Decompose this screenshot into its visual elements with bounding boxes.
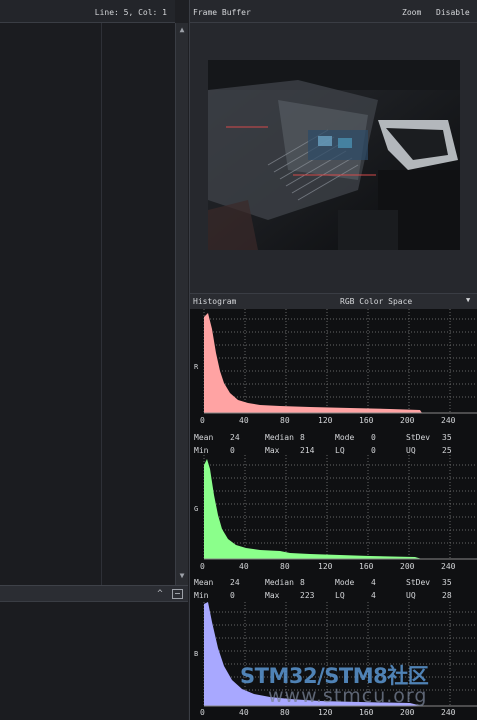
tick-0: 0	[200, 708, 205, 717]
stat-mode-r: 0	[371, 433, 376, 442]
zoom-button[interactable]: Zoom	[402, 8, 421, 17]
stat-lq-label: LQ	[335, 591, 345, 600]
editor-text-area[interactable]	[0, 23, 175, 585]
tick-200: 200	[400, 416, 415, 425]
tick-80: 80	[280, 708, 290, 717]
collapse-up-icon[interactable]: ^	[154, 588, 166, 600]
stat-lq-g: 4	[371, 591, 376, 600]
tick-120: 120	[318, 562, 333, 571]
stat-mode-label: Mode	[335, 433, 355, 442]
console-panel[interactable]: ^	[0, 585, 188, 720]
histogram-green-plot	[203, 455, 477, 560]
histogram-red: R 0 40 80 120 160 200 240 Mean 24 Median…	[190, 309, 477, 455]
tick-120: 120	[318, 416, 333, 425]
stat-max-label: Max	[265, 446, 280, 455]
color-space-dropdown[interactable]: RGB Color Space	[340, 297, 412, 306]
histogram-panel: Histogram RGB Color Space ▼ R 0 40 80 12…	[189, 293, 477, 720]
stat-max-label: Max	[265, 591, 280, 600]
stat-uq-g: 28	[442, 591, 452, 600]
stat-lq-r: 0	[371, 446, 376, 455]
code-editor[interactable]: Line: 5, Col: 1	[0, 0, 175, 585]
stat-uq-label: UQ	[406, 446, 416, 455]
tick-160: 160	[359, 416, 374, 425]
histogram-header: Histogram RGB Color Space ▼	[190, 293, 477, 309]
stat-stdev-label: StDev	[406, 433, 431, 442]
tick-40: 40	[239, 416, 249, 425]
histogram-title: Histogram	[193, 297, 237, 306]
stat-min-g: 0	[230, 591, 235, 600]
editor-status-bar: Line: 5, Col: 1	[0, 0, 175, 23]
tick-40: 40	[239, 562, 249, 571]
stat-max-g: 223	[300, 591, 315, 600]
stat-mean-r: 24	[230, 433, 240, 442]
frame-buffer-panel: Frame Buffer Zoom Disable	[189, 0, 477, 293]
tick-0: 0	[200, 562, 205, 571]
stat-median-label: Median	[265, 578, 294, 587]
stat-median-g: 8	[300, 578, 305, 587]
float-panel-icon[interactable]	[172, 589, 183, 599]
tick-200: 200	[400, 562, 415, 571]
channel-label-g: G	[194, 505, 199, 513]
tick-40: 40	[239, 708, 249, 717]
tick-80: 80	[280, 416, 290, 425]
tick-240: 240	[441, 562, 456, 571]
channel-label-b: B	[194, 650, 199, 658]
tick-120: 120	[318, 708, 333, 717]
stat-max-r: 214	[300, 446, 315, 455]
tick-160: 160	[359, 562, 374, 571]
scroll-up-icon[interactable]: ▲	[176, 24, 188, 36]
tick-0: 0	[200, 416, 205, 425]
stat-min-label: Min	[194, 446, 209, 455]
stat-median-label: Median	[265, 433, 294, 442]
tick-80: 80	[280, 562, 290, 571]
stat-stdev-g: 35	[442, 578, 452, 587]
frame-buffer-title: Frame Buffer	[193, 8, 251, 17]
stat-mode-label: Mode	[335, 578, 355, 587]
tick-240: 240	[441, 416, 456, 425]
tick-160: 160	[359, 708, 374, 717]
editor-column-guide	[101, 23, 102, 585]
stat-mean-label: Mean	[194, 578, 214, 587]
histogram-green: G 0 40 80 120 160 200 240 Mean 24 Median…	[190, 455, 477, 600]
stat-stdev-r: 35	[442, 433, 452, 442]
dropdown-arrow-icon[interactable]: ▼	[466, 296, 470, 304]
cursor-position: Line: 5, Col: 1	[94, 8, 167, 17]
console-header: ^	[0, 585, 188, 602]
tick-200: 200	[400, 708, 415, 717]
frame-buffer-image	[208, 60, 460, 250]
stat-min-label: Min	[194, 591, 209, 600]
scroll-down-icon[interactable]: ▼	[176, 570, 188, 582]
disable-button[interactable]: Disable	[436, 8, 470, 17]
stat-uq-r: 25	[442, 446, 452, 455]
stat-uq-label: UQ	[406, 591, 416, 600]
watermark-url: www.stmcu.org	[268, 685, 428, 707]
frame-buffer-header: Frame Buffer Zoom Disable	[190, 0, 477, 23]
stat-stdev-label: StDev	[406, 578, 431, 587]
tick-240: 240	[441, 708, 456, 717]
channel-label-r: R	[194, 363, 199, 371]
stat-lq-label: LQ	[335, 446, 345, 455]
stat-mode-g: 4	[371, 578, 376, 587]
stat-min-r: 0	[230, 446, 235, 455]
stat-mean-g: 24	[230, 578, 240, 587]
stat-median-r: 8	[300, 433, 305, 442]
editor-vertical-scrollbar[interactable]: ▲ ▼	[175, 23, 188, 585]
stat-mean-label: Mean	[194, 433, 214, 442]
histogram-red-plot	[203, 309, 477, 414]
